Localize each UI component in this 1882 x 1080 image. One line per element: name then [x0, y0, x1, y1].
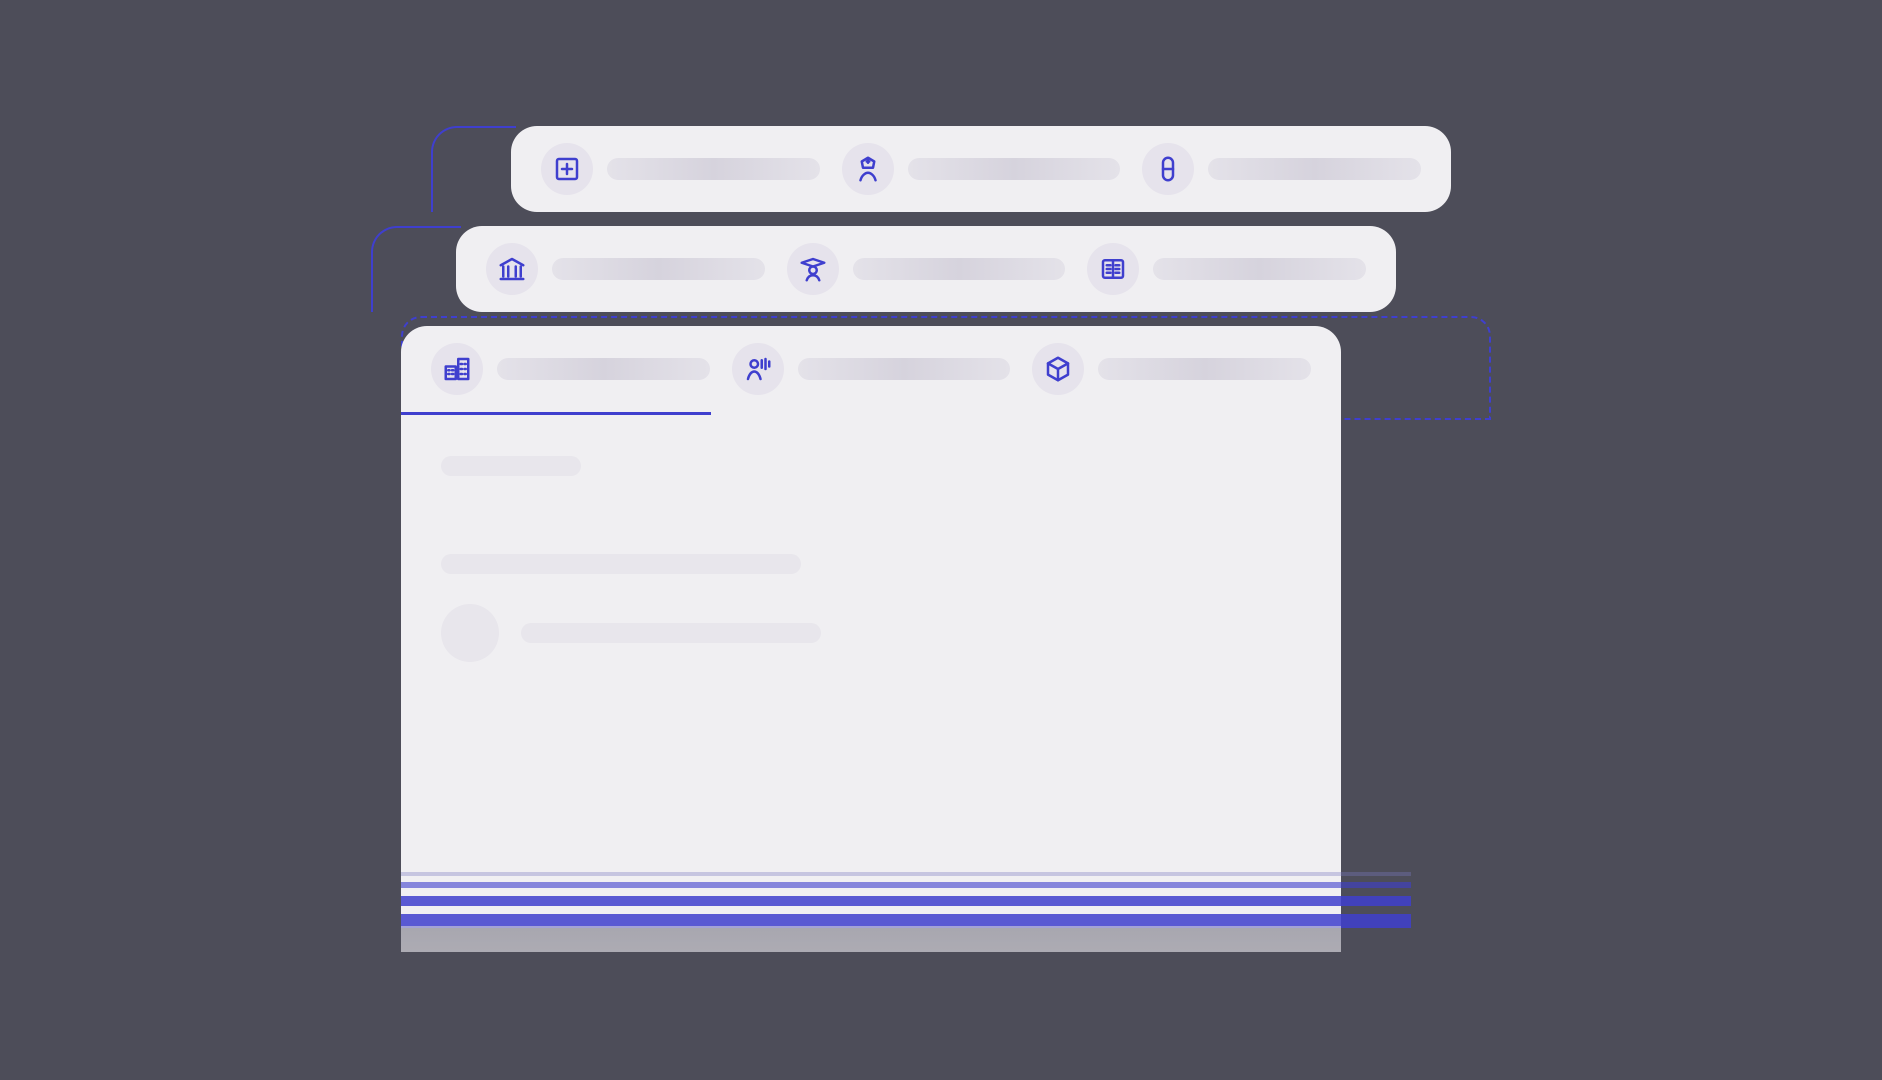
window-front-body: [401, 426, 1341, 926]
bottom-fade: [401, 926, 1341, 952]
skeleton-line: [441, 554, 801, 574]
placeholder-pill: [552, 258, 765, 280]
cube-icon: [1032, 343, 1084, 395]
window-back: [511, 126, 1451, 212]
skeleton-line: [441, 456, 581, 476]
outline-trace-mid: [371, 226, 461, 312]
skeleton-avatar: [441, 604, 499, 662]
graduate-icon: [787, 243, 839, 295]
header-item: [486, 243, 765, 295]
header-item: [541, 143, 820, 195]
rough-stroke: [401, 872, 1411, 876]
window-mid-header: [456, 226, 1396, 312]
hospital-icon: [541, 143, 593, 195]
header-item: [842, 143, 1121, 195]
header-item: [431, 343, 710, 395]
window-front: [401, 326, 1341, 926]
pill-icon: [1142, 143, 1194, 195]
bank-icon: [486, 243, 538, 295]
progress-underline: [401, 412, 711, 415]
placeholder-pill: [497, 358, 710, 380]
rough-stroke: [401, 896, 1411, 906]
placeholder-pill: [798, 358, 1011, 380]
placeholder-pill: [1153, 258, 1366, 280]
placeholder-pill: [853, 258, 1066, 280]
header-item: [1087, 243, 1366, 295]
illustration-stage: [371, 120, 1511, 960]
outline-trace-back: [431, 126, 516, 212]
placeholder-pill: [1098, 358, 1311, 380]
window-front-header: [401, 326, 1341, 412]
header-item: [732, 343, 1011, 395]
skeleton-row: [441, 604, 1301, 662]
header-item: [1142, 143, 1421, 195]
person-voice-icon: [732, 343, 784, 395]
header-item: [1032, 343, 1311, 395]
window-mid: [456, 226, 1396, 312]
placeholder-pill: [1208, 158, 1421, 180]
header-item: [787, 243, 1066, 295]
rough-stroke: [401, 882, 1411, 888]
nurse-icon: [842, 143, 894, 195]
window-back-header: [511, 126, 1451, 212]
buildings-icon: [431, 343, 483, 395]
placeholder-pill: [607, 158, 820, 180]
newspaper-icon: [1087, 243, 1139, 295]
placeholder-pill: [908, 158, 1121, 180]
skeleton-line: [521, 623, 821, 643]
